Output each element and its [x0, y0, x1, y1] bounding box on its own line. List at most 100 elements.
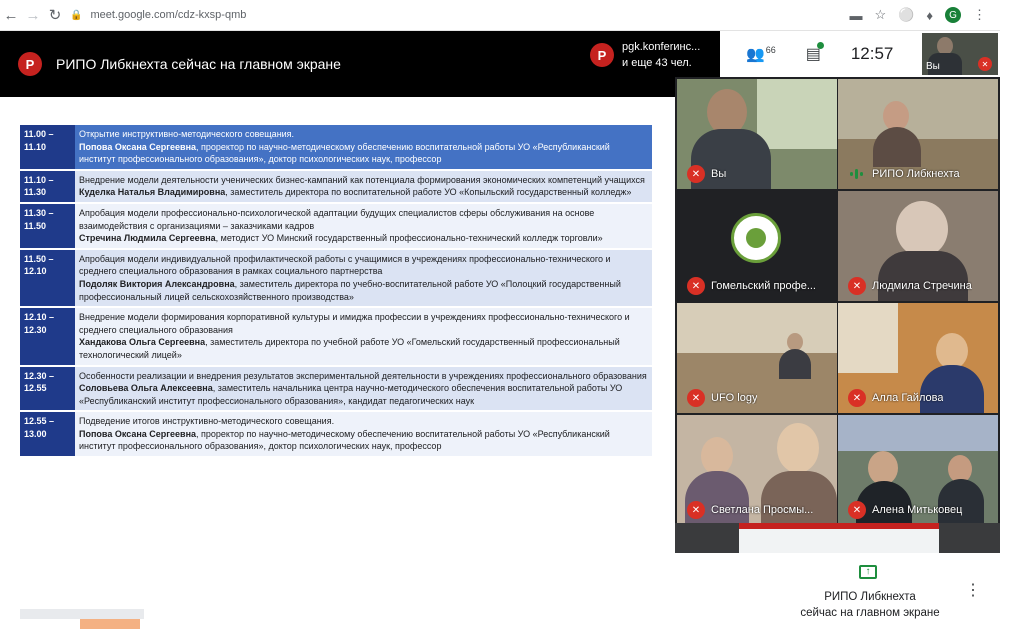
- participant-name: Алена Митьковец: [872, 504, 963, 516]
- schedule-row: 11.30 – 11.50 Апробация модели профессион…: [20, 202, 652, 250]
- presenting-text: РИПО Либкнехта сейчас на главном экране: [775, 589, 965, 621]
- schedule-row: 12.30 – 12.55 Особенности реализации и вн…: [20, 365, 652, 413]
- profile-avatar[interactable]: G: [945, 7, 961, 23]
- lock-icon[interactable]: 🔒: [70, 10, 82, 21]
- address-bar[interactable]: meet.google.com/cdz-kxsp-qmb: [90, 9, 246, 21]
- schedule-row: 11.00 – 11.10 Открытие инструктивно-метод…: [20, 125, 652, 171]
- schedule-description: Внедрение модели деятельности ученически…: [75, 169, 652, 204]
- figure-head: [936, 333, 968, 369]
- browser-toolbar: ← → ↻ 🔒 meet.google.com/cdz-kxsp-qmb: [0, 0, 670, 31]
- chat-notification-dot: [816, 42, 824, 49]
- room-wall: [677, 303, 837, 353]
- participant-name: Алла Гайлова: [872, 392, 944, 404]
- schedule-speaker-role: , заместитель директора по воспитательно…: [225, 187, 632, 198]
- self-label: Вы: [926, 61, 940, 72]
- screen-share-thumbnail-strip[interactable]: [675, 523, 1000, 553]
- room-shelf: [838, 415, 998, 451]
- participant-tile[interactable]: ✕ Алена Митьковец: [838, 415, 998, 525]
- mic-off-icon: ✕: [848, 389, 866, 407]
- reload-icon[interactable]: ↻: [44, 4, 66, 26]
- participant-tile[interactable]: ✕ Алла Гайлова: [838, 303, 998, 413]
- schedule-description: Открытие инструктивно-методического сове…: [75, 125, 652, 171]
- clock: 12:57: [850, 44, 894, 63]
- figure-head: [777, 423, 819, 473]
- presenting-line2: сейчас на главном экране: [800, 607, 940, 619]
- participant-name: РИПО Либкнехта: [872, 168, 960, 180]
- shield-icon[interactable]: ⚪: [898, 7, 914, 23]
- schedule-speaker: Попова Оксана Сергеевна: [79, 428, 197, 439]
- figure-body: [938, 479, 984, 525]
- back-icon[interactable]: ←: [0, 4, 22, 26]
- participant-tile[interactable]: РИПО Либкнехта: [838, 79, 998, 189]
- participant-tile[interactable]: ✕ Людмила Стречина: [838, 191, 998, 301]
- schedule-topic: Внедрение модели деятельности ученически…: [79, 174, 645, 185]
- participant-name: Светлана Просмы...: [711, 504, 814, 516]
- presenter-text: pgk.konferинс... и еще 43 чел.: [622, 39, 700, 71]
- schedule-speaker: Подоляк Виктория Александровна: [79, 278, 235, 289]
- schedule-time: 12.55 – 13.00: [20, 411, 75, 459]
- schedule-description: Апробация модели профессионально-психоло…: [75, 202, 652, 250]
- schedule-topic: Внедрение модели формирования корпоратив…: [79, 312, 630, 335]
- schedule-topic: Открытие инструктивно-методического сове…: [79, 129, 295, 139]
- presenting-line1: РИПО Либкнехта: [824, 591, 916, 603]
- schedule-time: 12.30 – 12.55: [20, 365, 75, 413]
- forward-icon[interactable]: →: [22, 4, 44, 26]
- schedule-speaker: Попова Оксана Сергеевна: [79, 141, 197, 152]
- schedule-topic: Особенности реализации и внедрения резул…: [79, 370, 647, 381]
- schedule-row: 12.10 – 12.30 Внедрение модели формирован…: [20, 307, 652, 367]
- speaking-indicator-icon: [850, 169, 864, 179]
- participant-tile[interactable]: ✕ Вы: [677, 79, 837, 189]
- shared-screen-thumbnail: [739, 523, 939, 553]
- schedule-speaker: Соловьева Ольга Алексеевна: [79, 383, 213, 394]
- people-icon: 👥: [746, 46, 765, 63]
- participant-tile[interactable]: ✕ UFO logy: [677, 303, 837, 413]
- figure-body: [856, 481, 912, 525]
- chat-button[interactable]: ▤: [806, 42, 824, 64]
- figure-head: [701, 437, 733, 475]
- meeting-top-controls: 👥 66 ▤ 12:57 Вы ✕: [720, 31, 1000, 77]
- participant-name: UFO logy: [711, 392, 758, 404]
- college-logo-icon: [731, 213, 781, 263]
- room-window: [757, 79, 837, 149]
- presenter-name: pgk.konferинс...: [622, 41, 701, 53]
- self-view-tile[interactable]: Вы ✕: [922, 33, 998, 75]
- present-screen-icon[interactable]: ↑: [859, 565, 877, 579]
- schedule-topic: Подведение итогов инструктивно-методичес…: [79, 416, 335, 427]
- presenter-info[interactable]: Р pgk.konferинс... и еще 43 чел.: [590, 39, 700, 71]
- figure-body: [873, 127, 921, 167]
- schedule-time: 11.00 – 11.10: [20, 125, 75, 171]
- puzzle-icon[interactable]: ♦: [926, 8, 933, 23]
- more-options-icon[interactable]: ⋮: [965, 583, 981, 599]
- schedule-speaker-role: , методист УО Минский государственный пр…: [215, 233, 603, 244]
- room-window: [838, 303, 898, 373]
- presenter-avatar: Р: [18, 52, 42, 76]
- participant-name: Гомельский профе...: [711, 280, 816, 292]
- figure-body: [920, 365, 984, 413]
- people-button[interactable]: 👥 66: [746, 45, 776, 63]
- mic-off-icon: ✕: [848, 277, 866, 295]
- participant-grid: ✕ Вы РИПО Либкнехта ✕ Гомельский профе..…: [675, 77, 1000, 553]
- participant-name: Людмила Стречина: [872, 280, 972, 292]
- figure-body: [779, 349, 811, 379]
- menu-icon[interactable]: ⋮: [973, 7, 986, 23]
- zoom-icon[interactable]: ▬: [850, 8, 863, 23]
- schedule-topic: Апробация модели индивидуальной профилак…: [79, 253, 611, 277]
- presented-slide: 11.00 – 11.10 Открытие инструктивно-метод…: [0, 97, 675, 629]
- participant-tile[interactable]: ✕ Светлана Просмы...: [677, 415, 837, 525]
- schedule-speaker: Куделка Наталья Владимировна: [79, 187, 226, 198]
- participant-tile[interactable]: ✕ Гомельский профе...: [677, 191, 837, 301]
- figure-body: [691, 129, 771, 189]
- star-icon[interactable]: ☆: [875, 7, 887, 23]
- schedule-row: 12.55 – 13.00 Подведение итогов инструкти…: [20, 411, 652, 459]
- mic-off-icon: ✕: [687, 277, 705, 295]
- participant-name: Вы: [711, 168, 727, 180]
- slide-decoration: [20, 609, 144, 619]
- schedule-topic: Апробация модели профессионально-психоло…: [79, 207, 595, 231]
- figure-head: [896, 201, 948, 257]
- browser-extensions-bar: ▬ ☆ ⚪ ♦ G ⋮: [670, 0, 1000, 31]
- schedule-time: 11.50 – 12.10: [20, 248, 75, 309]
- schedule-speaker: Хандакова Ольга Сергеевна: [79, 337, 206, 348]
- figure-body: [878, 251, 968, 301]
- schedule-speaker: Стречина Людмила Сергеевна: [79, 233, 216, 244]
- people-count: 66: [765, 45, 776, 55]
